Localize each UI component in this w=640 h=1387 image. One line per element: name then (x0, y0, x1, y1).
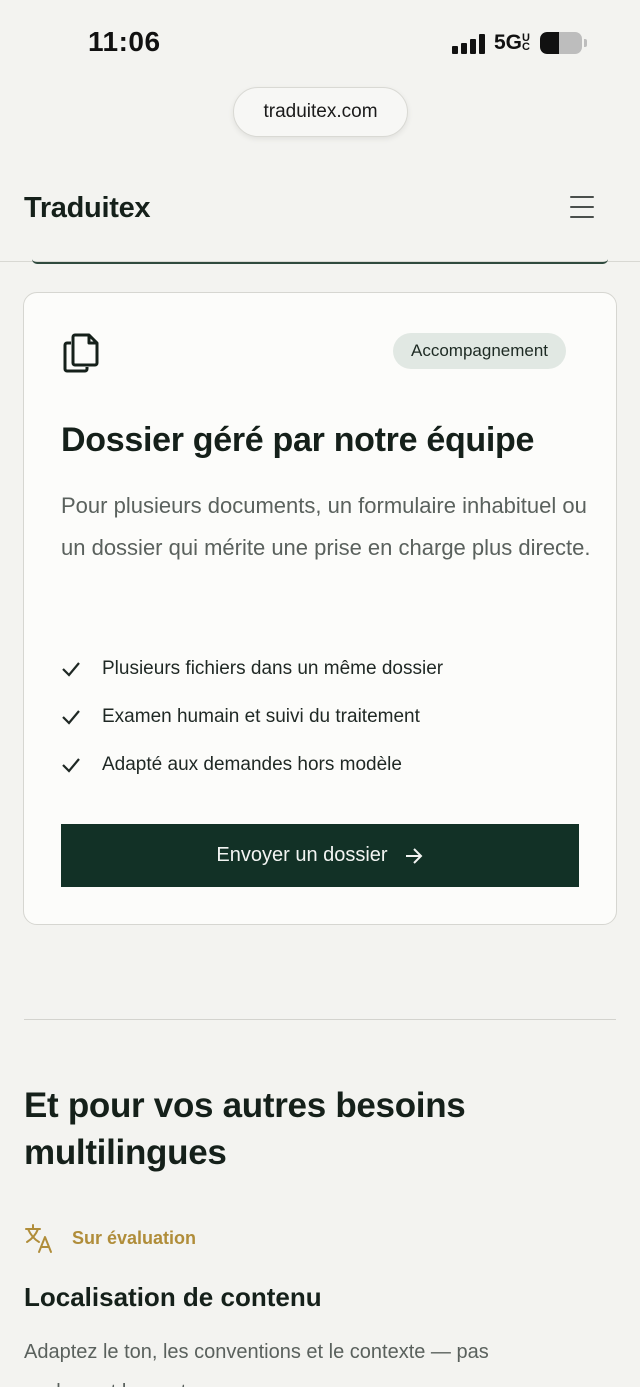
feature-item: Examen humain et suivi du traitement (61, 693, 443, 741)
check-icon (62, 710, 80, 725)
battery-icon (540, 32, 582, 54)
feature-text: Adapté aux demandes hors modèle (102, 754, 402, 775)
check-icon (62, 662, 80, 677)
section-title: Et pour vos autres besoins multilingues (24, 1086, 466, 1172)
send-dossier-label: Envoyer un dossier (216, 844, 388, 866)
section-divider (24, 1019, 616, 1020)
status-time: 11:06 (88, 26, 161, 57)
site-header: Traduitex (0, 160, 640, 262)
card-description: Pour plusieurs documents, un formulaire … (61, 493, 591, 560)
feature-item: Plusieurs fichiers dans un même dossier (61, 645, 443, 693)
url-bar[interactable]: traduitex.com (233, 87, 408, 137)
copy-documents-icon (63, 333, 99, 373)
check-icon (62, 758, 80, 773)
card-title: Dossier géré par notre équipe (61, 421, 535, 459)
arrow-right-icon (405, 847, 423, 864)
site-logo[interactable]: Traduitex (24, 192, 151, 225)
evaluation-label: Sur évaluation (72, 1227, 197, 1248)
evaluation-row: Sur évaluation (24, 1220, 196, 1256)
feature-text: Examen humain et suivi du traitement (102, 706, 420, 727)
feature-item: Adapté aux demandes hors modèle (61, 741, 443, 789)
translate-icon (25, 1224, 52, 1253)
category-badge: Accompagnement (393, 333, 567, 369)
service-card-dossier: Accompagnement Dossier géré par notre éq… (23, 292, 617, 925)
hamburger-menu-icon[interactable] (570, 196, 596, 218)
previous-card-edge (32, 259, 608, 264)
status-bar: 11:06 5GUC (0, 0, 640, 88)
feature-text: Plusieurs fichiers dans un même dossier (102, 658, 444, 679)
send-dossier-button[interactable]: Envoyer un dossier (61, 824, 579, 887)
url-text: traduitex.com (263, 101, 378, 122)
battery-cap (584, 39, 587, 47)
signal-icon (452, 34, 486, 54)
network-indicator: 5GUC (494, 31, 530, 54)
service-title: Localisation de contenu (24, 1282, 322, 1312)
feature-list: Plusieurs fichiers dans un même dossier … (61, 645, 443, 789)
service-description: Adaptez le ton, les conventions et le co… (24, 1341, 489, 1387)
